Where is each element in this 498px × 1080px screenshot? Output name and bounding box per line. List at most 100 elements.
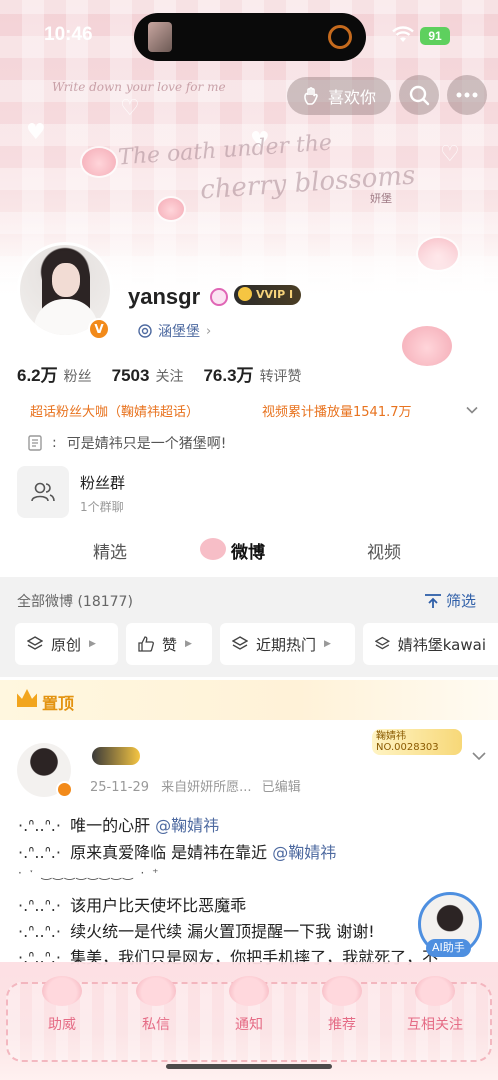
wifi-icon <box>392 26 414 42</box>
following-count[interactable]: 7503 <box>112 366 150 386</box>
nav-recommend[interactable]: 推荐 <box>302 976 382 1034</box>
layers-icon <box>232 636 248 650</box>
caret-right-icon: ▶ <box>89 639 96 649</box>
vvip-badge[interactable]: VVIP I <box>234 285 302 305</box>
mention-link[interactable]: @鞠婧祎 <box>155 816 219 835</box>
fan-group-title[interactable]: 粉丝群 <box>80 472 125 493</box>
layers-icon <box>27 636 43 650</box>
pig-icon <box>415 976 455 1006</box>
superfan-tag[interactable]: 超话粉丝大咖（鞠婧祎超话） <box>30 401 199 420</box>
engagement-label[interactable]: 转评赞 <box>260 366 302 386</box>
fans-card[interactable]: 鞠婧祎 NO.0028303 <box>372 729 462 755</box>
more-dots-icon <box>456 92 478 98</box>
video-plays-tag[interactable]: 视频累计播放量1541.7万 <box>262 401 412 420</box>
hand-wave-icon <box>304 87 318 105</box>
pig-tab-icon <box>200 538 226 560</box>
nav-mutual-follow[interactable]: 互相关注 <box>395 976 475 1034</box>
pig-icon <box>322 976 362 1006</box>
chip-hot-label: 近期热门 <box>256 635 317 654</box>
crown-icon <box>238 287 252 301</box>
dynamic-island[interactable] <box>134 13 366 61</box>
target-icon <box>138 324 152 338</box>
fan-group-link[interactable]: 涵堡堡 › <box>138 321 211 341</box>
bio-text: 可是婧祎只是一个猪堡啊! <box>66 436 227 452</box>
pig-icon <box>42 976 82 1006</box>
island-album-thumbnail <box>148 22 172 52</box>
followers-label[interactable]: 粉丝 <box>64 366 92 386</box>
like-button-label: 喜欢你 <box>327 88 376 107</box>
mention-link[interactable]: @鞠婧祎 <box>272 843 336 862</box>
post-text-line: · ˑ ‿‿‿‿‿‿‿‿ · ⁺ <box>18 866 161 880</box>
filter-button[interactable]: 筛选 <box>424 590 476 611</box>
chevron-right-icon: › <box>206 323 212 339</box>
tab-weibo[interactable]: 微博 <box>231 538 265 563</box>
username: yansgr <box>128 284 201 309</box>
search-button[interactable] <box>399 75 439 115</box>
post-text: 续火统一是代续 漏火置顶提醒一下我 谢谢! <box>70 922 375 941</box>
following-label[interactable]: 关注 <box>155 366 183 386</box>
chip-custom-group[interactable]: 婧祎堡kawai <box>363 623 498 665</box>
post-meta: 25-11-29 来自妍妍所愿... 已编辑 <box>90 776 301 795</box>
layers-icon <box>375 636 390 650</box>
nav-label: 通知 <box>235 1017 263 1033</box>
chevron-down-icon[interactable] <box>466 404 478 416</box>
status-time: 10:46 <box>44 24 93 45</box>
post-time: 25-11-29 <box>90 780 150 795</box>
followers-count[interactable]: 6.2万 <box>17 361 58 386</box>
post-source[interactable]: 来自妍妍所愿... <box>161 780 251 795</box>
post-text: 唯一的心肝 <box>70 816 151 835</box>
vvip-badge-label: VVIP I <box>256 288 294 301</box>
post-text: 原来真爱降临 是婧祎在靠近 <box>70 843 268 862</box>
pig-icon <box>229 976 269 1006</box>
fan-group-link-label: 涵堡堡 <box>158 324 200 340</box>
heart-decoration: ♥ <box>26 120 46 145</box>
tab-featured[interactable]: 精选 <box>93 538 127 563</box>
kaomoji: ·.ᐢ..ᐢ.· <box>18 843 61 862</box>
filter-label: 筛选 <box>446 592 477 610</box>
nav-label: 私信 <box>142 1017 170 1033</box>
nav-message[interactable]: 私信 <box>116 976 196 1034</box>
battery-indicator: 91 <box>420 27 450 45</box>
fan-group-card[interactable] <box>17 466 69 518</box>
verified-badge-icon: V <box>88 318 110 340</box>
tab-video[interactable]: 视频 <box>367 538 401 563</box>
heart-decoration: ♡ <box>440 142 460 167</box>
fans-card-name: 鞠婧祎 <box>376 731 406 742</box>
chip-original-label: 原创 <box>51 635 82 654</box>
filter-icon <box>425 593 441 608</box>
nav-notify[interactable]: 通知 <box>209 976 289 1034</box>
caret-right-icon: ▶ <box>185 639 192 649</box>
post-text-line: ·.ᐢ..ᐢ.· 续火统一是代续 漏火置顶提醒一下我 谢谢! <box>18 918 375 942</box>
ai-assistant-label[interactable]: AI助手 <box>426 939 471 957</box>
post-text-line: ·.ᐢ..ᐢ.· 原来真爱降临 是婧祎在靠近 @鞠婧祎 <box>18 839 336 863</box>
island-progress-icon <box>328 25 352 49</box>
post-text-line: ·.ᐢ..ᐢ.· 该用户比天使坏比恶魔乖 <box>18 892 246 916</box>
post-text: 该用户比天使坏比恶魔乖 <box>70 896 247 915</box>
home-indicator[interactable] <box>166 1064 332 1069</box>
kaomoji: ·.ᐢ..ᐢ.· <box>18 816 61 835</box>
chip-original[interactable]: 原创 ▶ <box>15 623 118 665</box>
pinned-label: 置顶 <box>42 694 75 713</box>
like-button[interactable]: 喜欢你 <box>287 77 391 115</box>
thumbs-up-icon <box>138 636 154 652</box>
chip-likes-label: 赞 <box>162 635 178 654</box>
cover-script-text: Write down your love for me <box>52 80 226 94</box>
chevron-down-icon[interactable] <box>472 752 486 760</box>
engagement-count[interactable]: 76.3万 <box>203 361 253 386</box>
chip-likes[interactable]: 赞 ▶ <box>126 623 212 665</box>
nav-label: 互相关注 <box>407 1017 463 1033</box>
chip-hot[interactable]: 近期热门 ▶ <box>220 623 355 665</box>
nav-label: 助威 <box>48 1017 76 1033</box>
fan-group-subtitle: 1个群聊 <box>80 500 124 514</box>
post-text-line: ·.ᐢ..ᐢ.· 唯一的心肝 @鞠婧祎 <box>18 812 219 836</box>
pig-sticker <box>402 326 452 366</box>
heart-decoration: ♡ <box>120 96 140 121</box>
kaomoji: ·.ᐢ..ᐢ.· <box>18 896 61 915</box>
group-icon <box>31 482 55 502</box>
pinned-header <box>0 680 498 720</box>
kaomoji: ·.ᐢ..ᐢ.· <box>18 922 61 941</box>
nav-cheer[interactable]: 助威 <box>22 976 102 1034</box>
more-button[interactable] <box>447 75 487 115</box>
profile-stats: 6.2万 粉丝 7503 关注 76.3万 转评赞 <box>17 361 322 386</box>
nav-label: 推荐 <box>328 1017 356 1033</box>
